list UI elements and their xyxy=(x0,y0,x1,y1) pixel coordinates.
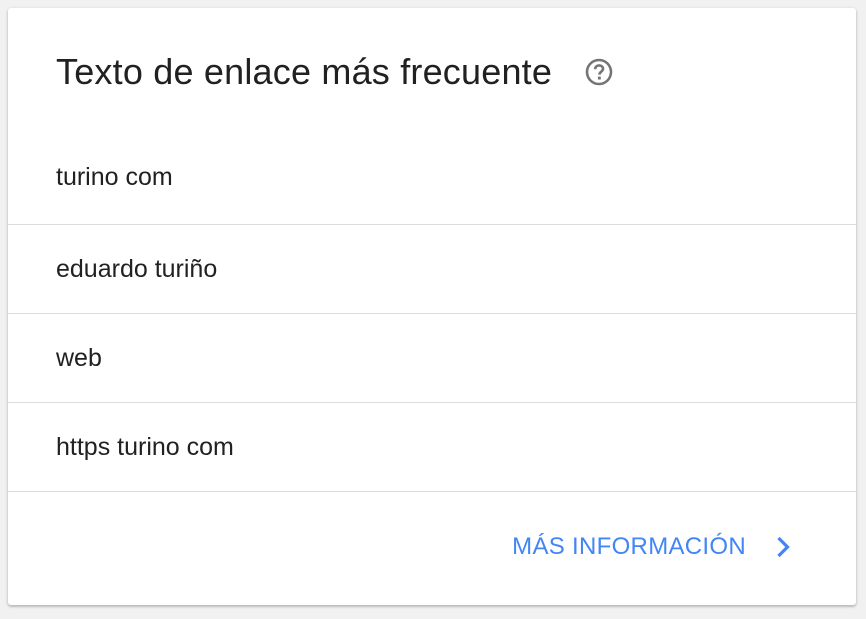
card-title: Texto de enlace más frecuente xyxy=(56,51,553,92)
top-linking-text-card: Texto de enlace más frecuente turino com… xyxy=(8,8,856,605)
link-text-list: turino com eduardo turiño web https turi… xyxy=(8,135,856,492)
chevron-right-icon xyxy=(774,534,794,560)
list-item: https turino com xyxy=(8,403,856,492)
card-header: Texto de enlace más frecuente xyxy=(8,8,856,135)
more-info-link[interactable]: MÁS INFORMACIÓN xyxy=(512,533,794,561)
list-item: eduardo turiño xyxy=(8,225,856,314)
help-icon[interactable] xyxy=(584,57,614,87)
more-info-label: MÁS INFORMACIÓN xyxy=(512,532,746,560)
list-item-label: eduardo turiño xyxy=(56,254,218,283)
list-item-label: turino com xyxy=(56,163,173,191)
list-item-label: https turino com xyxy=(56,432,234,461)
list-item: turino com xyxy=(8,135,856,225)
list-item: web xyxy=(8,314,856,403)
list-item-label: web xyxy=(56,343,102,372)
card-footer: MÁS INFORMACIÓN xyxy=(8,492,856,603)
